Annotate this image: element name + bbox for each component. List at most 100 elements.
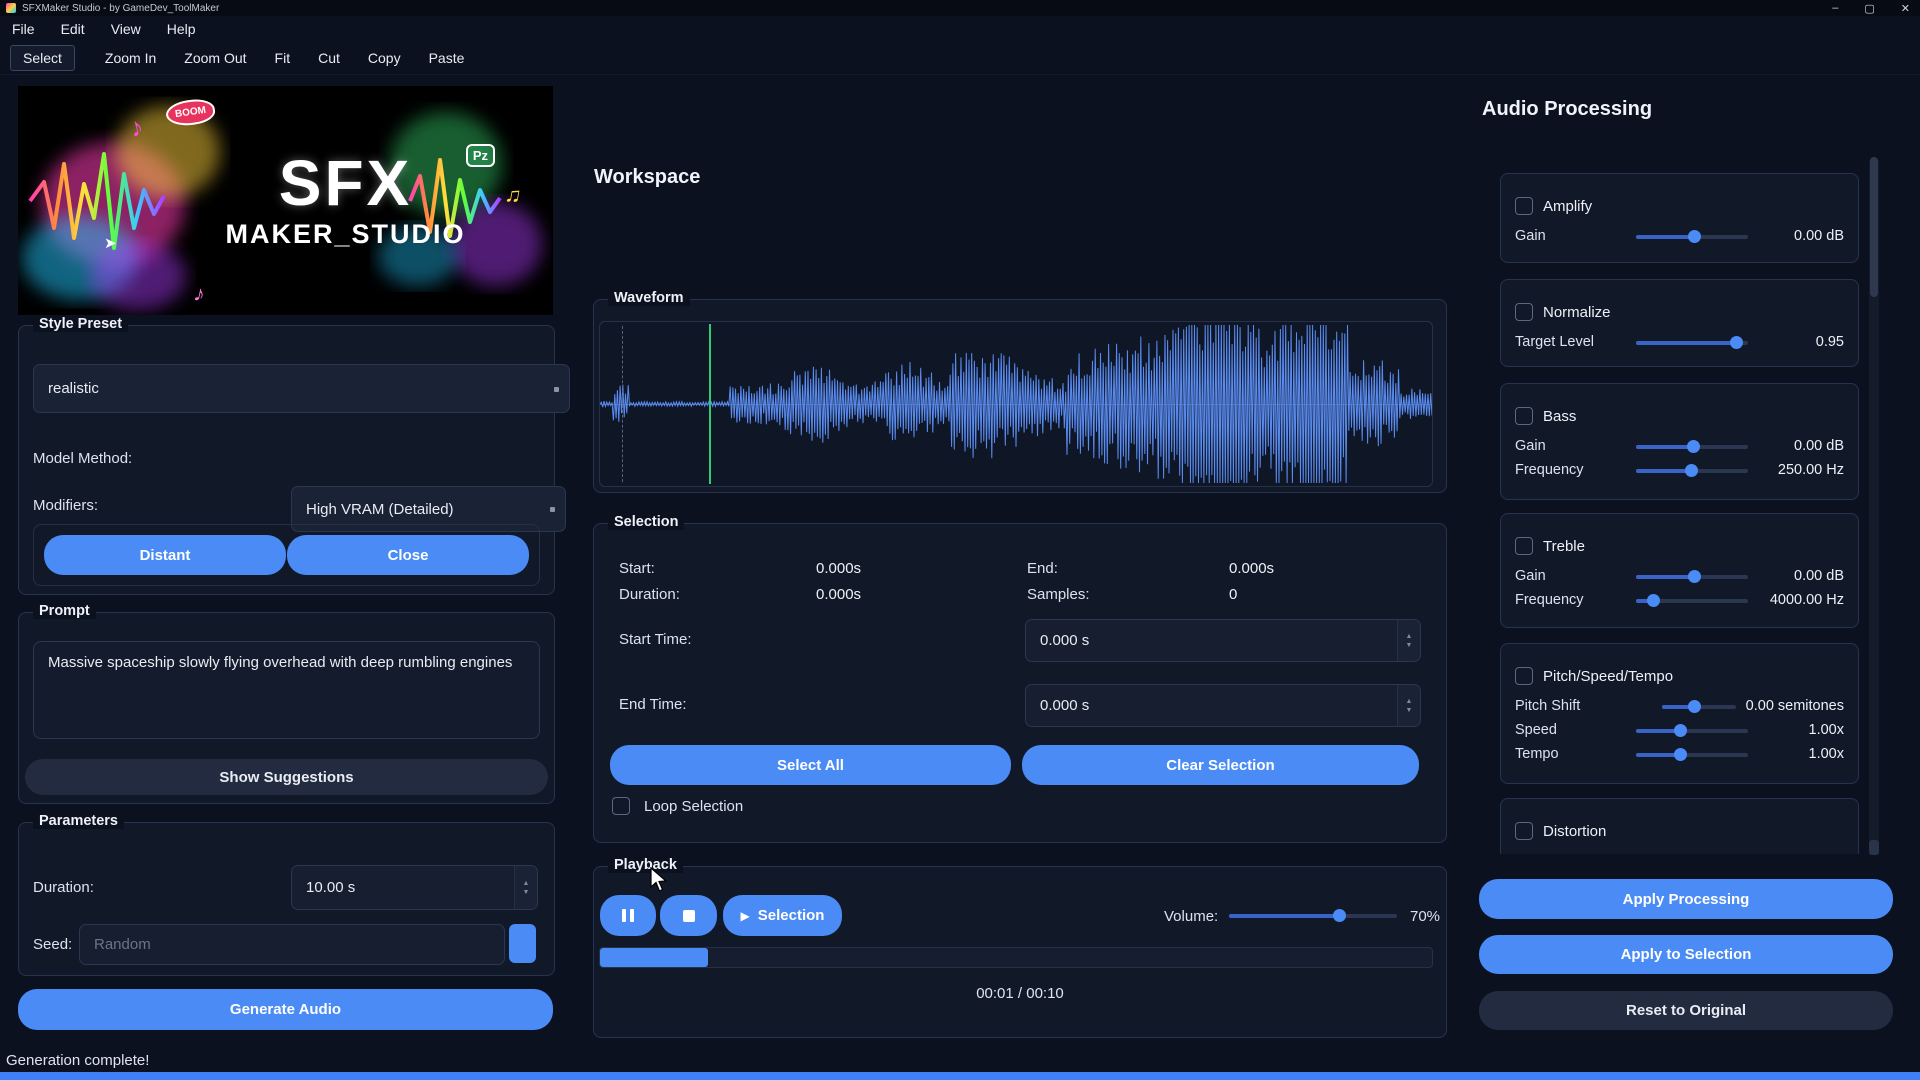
menu-view[interactable]: View: [111, 21, 141, 37]
start-time-input[interactable]: [1026, 620, 1420, 661]
modifier-close-button[interactable]: Close: [287, 535, 529, 575]
seed-input[interactable]: [80, 925, 504, 964]
tool-fit[interactable]: Fit: [275, 50, 291, 66]
apply-processing-button[interactable]: Apply Processing: [1479, 879, 1893, 919]
minimize-button[interactable]: –: [1832, 2, 1838, 14]
pitch-shift-label: Pitch Shift: [1515, 698, 1662, 714]
speed-slider[interactable]: [1636, 723, 1748, 738]
playback-group: Playback ▶ Selection Volume: 70% 00:01 /…: [593, 866, 1447, 1038]
random-seed-button[interactable]: [509, 924, 536, 963]
sel-duration-value: 0.000s: [816, 586, 861, 603]
distortion-group: Distortion: [1500, 798, 1859, 854]
play-selection-label: Selection: [758, 907, 825, 924]
amplify-group: Amplify Gain 0.00 dB: [1500, 173, 1859, 263]
seed-field[interactable]: [79, 924, 505, 965]
treble-frequency-slider[interactable]: [1636, 593, 1748, 608]
pitch-shift-value: 0.00 semitones: [1746, 698, 1844, 714]
tool-paste[interactable]: Paste: [429, 50, 465, 66]
play-icon: ▶: [741, 909, 750, 923]
bass-gain-label: Gain: [1515, 438, 1636, 454]
pause-button[interactable]: [600, 895, 656, 936]
amplify-label: Amplify: [1543, 198, 1592, 215]
amplify-gain-label: Gain: [1515, 228, 1636, 244]
distortion-label: Distortion: [1543, 823, 1606, 840]
playhead-cursor[interactable]: [709, 324, 711, 484]
waveform-plot: [600, 322, 1432, 486]
end-time-input[interactable]: [1026, 685, 1420, 726]
bass-checkbox[interactable]: [1515, 407, 1533, 425]
stop-button[interactable]: [660, 895, 717, 936]
style-preset-combobox[interactable]: realistic: [33, 364, 570, 413]
target-level-slider[interactable]: [1636, 335, 1748, 350]
start-time-spinbox[interactable]: ▲▼: [1025, 619, 1421, 662]
playback-title: Playback: [608, 857, 683, 873]
sel-samples-label: Samples:: [1027, 586, 1090, 603]
close-button[interactable]: ✕: [1901, 2, 1910, 15]
end-time-spinbox[interactable]: ▲▼: [1025, 684, 1421, 727]
sel-start-value: 0.000s: [816, 560, 861, 577]
volume-slider[interactable]: [1229, 908, 1397, 923]
normalize-group: Normalize Target Level 0.95: [1500, 279, 1859, 367]
tool-cut[interactable]: Cut: [318, 50, 340, 66]
select-all-button[interactable]: Select All: [610, 745, 1011, 785]
scrollbar-thumb[interactable]: [1870, 157, 1878, 297]
menu-edit[interactable]: Edit: [61, 21, 85, 37]
tempo-label: Tempo: [1515, 746, 1636, 762]
tool-zoom-out[interactable]: Zoom Out: [184, 50, 246, 66]
parameters-group: Parameters Duration: ▲▼ Seed:: [18, 822, 555, 976]
pause-icon: [622, 909, 634, 922]
processing-scrollbar[interactable]: [1869, 157, 1879, 855]
pitch-shift-slider[interactable]: [1662, 699, 1736, 714]
sel-end-value: 0.000s: [1229, 560, 1274, 577]
logo-pz-badge: Pz: [466, 144, 495, 167]
amplify-checkbox[interactable]: [1515, 197, 1533, 215]
end-time-label: End Time:: [619, 696, 687, 713]
amplify-gain-slider[interactable]: [1636, 229, 1748, 244]
parameters-title: Parameters: [33, 813, 124, 829]
normalize-label: Normalize: [1543, 304, 1611, 321]
spin-arrows-icon[interactable]: ▲▼: [1397, 620, 1420, 661]
loop-selection-checkbox[interactable]: [612, 797, 630, 815]
distortion-checkbox[interactable]: [1515, 822, 1533, 840]
bass-label: Bass: [1543, 408, 1576, 425]
volume-slider-handle[interactable]: [1333, 909, 1346, 922]
duration-spinbox[interactable]: ▲▼: [291, 865, 538, 910]
apply-to-selection-button[interactable]: Apply to Selection: [1479, 935, 1893, 974]
duration-input[interactable]: [292, 866, 537, 909]
target-level-value: 0.95: [1758, 334, 1844, 350]
modifier-distant-button[interactable]: Distant: [44, 535, 286, 575]
logo-line1: SFX: [279, 151, 412, 215]
treble-frequency-value: 4000.00 Hz: [1758, 592, 1844, 608]
waveform-display[interactable]: [599, 321, 1433, 487]
tempo-slider[interactable]: [1636, 747, 1748, 762]
clear-selection-button[interactable]: Clear Selection: [1022, 745, 1419, 785]
treble-gain-slider[interactable]: [1636, 569, 1748, 584]
app-logo: SFX MAKER_STUDIO BOOM Pz ♪ ♫ ♪ ➤: [18, 86, 553, 315]
treble-gain-value: 0.00 dB: [1758, 568, 1844, 584]
maximize-button[interactable]: ▢: [1864, 2, 1874, 15]
pitch-speed-tempo-checkbox[interactable]: [1515, 667, 1533, 685]
bass-frequency-slider[interactable]: [1636, 463, 1748, 478]
menubar: File Edit View Help: [0, 16, 1920, 42]
prompt-group: Prompt Massive spaceship slowly flying o…: [18, 612, 555, 804]
spin-arrows-icon[interactable]: ▲▼: [1397, 685, 1420, 726]
spin-arrows-icon[interactable]: ▲▼: [514, 866, 537, 909]
tool-copy[interactable]: Copy: [368, 50, 401, 66]
menu-help[interactable]: Help: [167, 21, 196, 37]
reset-to-original-button[interactable]: Reset to Original: [1479, 991, 1893, 1030]
treble-checkbox[interactable]: [1515, 537, 1533, 555]
bass-gain-slider[interactable]: [1636, 439, 1748, 454]
tool-select[interactable]: Select: [10, 45, 75, 71]
prompt-textarea[interactable]: Massive spaceship slowly flying overhead…: [33, 641, 540, 739]
playback-progress-bar[interactable]: [599, 947, 1433, 968]
generate-audio-button[interactable]: Generate Audio: [18, 989, 553, 1030]
bass-gain-value: 0.00 dB: [1758, 438, 1844, 454]
style-preset-value: realistic: [48, 380, 99, 397]
menu-file[interactable]: File: [12, 21, 35, 37]
scrollbar-down-button[interactable]: [1869, 840, 1879, 855]
tool-zoom-in[interactable]: Zoom In: [105, 50, 156, 66]
bottom-accent-strip: [0, 1072, 1920, 1080]
show-suggestions-button[interactable]: Show Suggestions: [25, 759, 548, 795]
play-selection-button[interactable]: ▶ Selection: [723, 895, 842, 936]
normalize-checkbox[interactable]: [1515, 303, 1533, 321]
